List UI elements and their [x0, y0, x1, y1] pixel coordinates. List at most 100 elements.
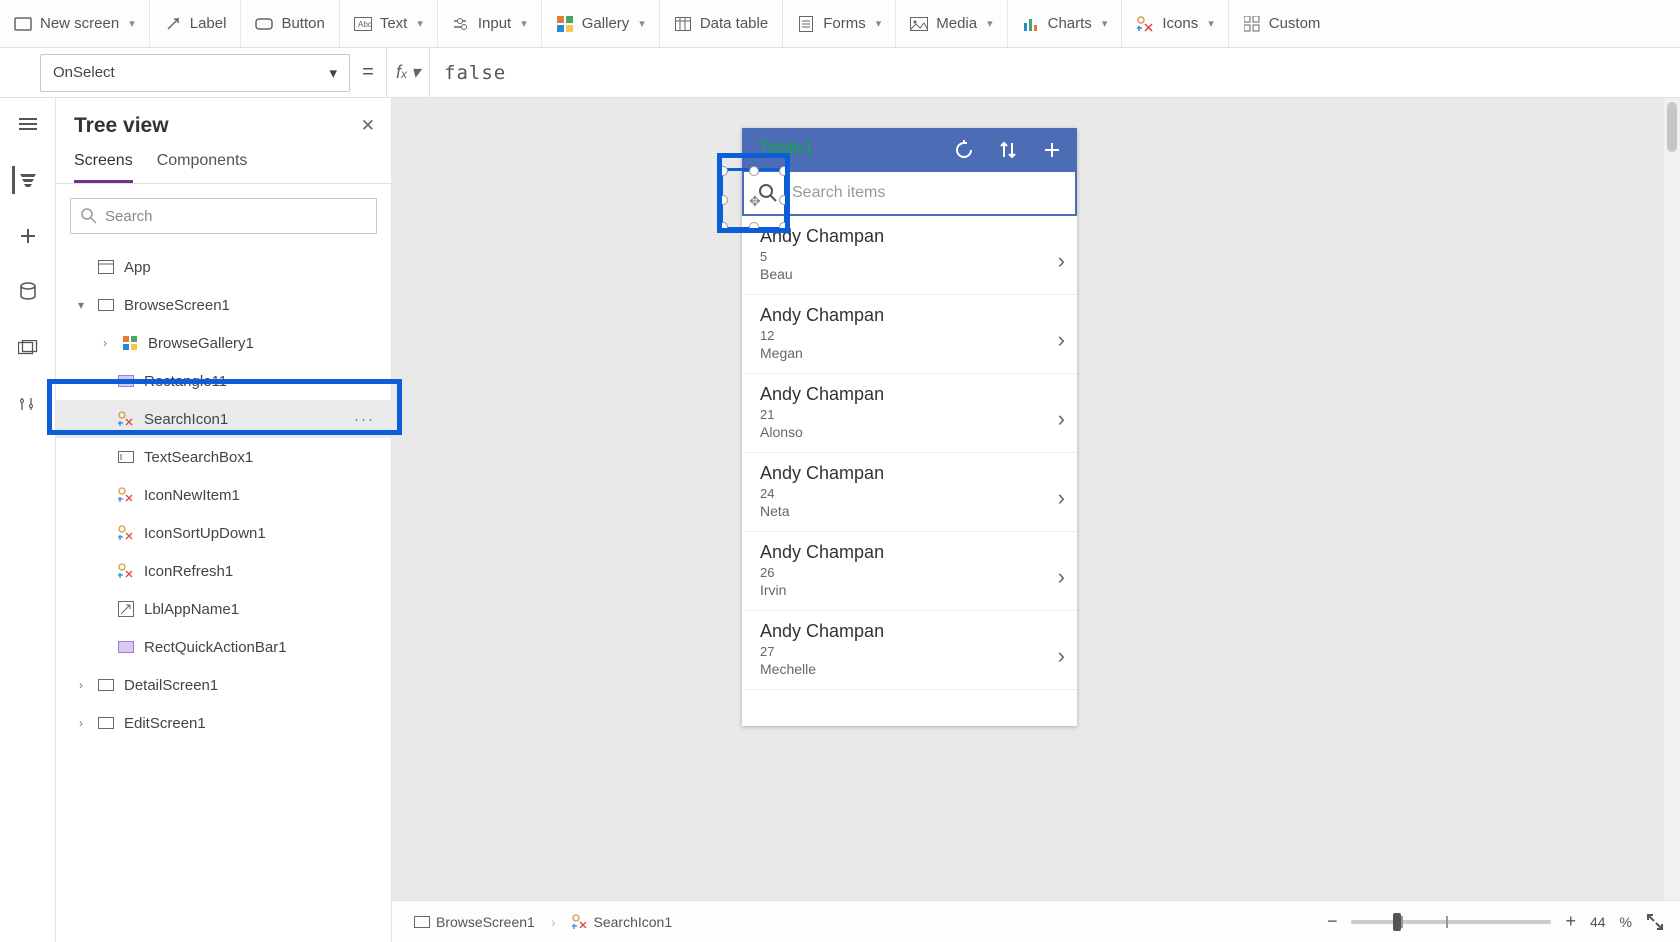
tree-item-rectangle11[interactable]: Rectangle11 [56, 362, 391, 400]
add-icon[interactable] [14, 222, 42, 250]
tree-item-icon-sort[interactable]: IconSortUpDown1 [56, 514, 391, 552]
tree-item-search-icon[interactable]: SearchIcon1 ··· [56, 400, 391, 438]
add-icon[interactable] [1041, 139, 1063, 161]
gallery-button[interactable]: Gallery ▾ [542, 0, 660, 47]
tree-item-detail-screen[interactable]: › DetailScreen1 [56, 666, 391, 704]
data-icon[interactable] [14, 278, 42, 306]
fx-label: fx [396, 62, 407, 83]
close-icon[interactable]: ✕ [361, 116, 375, 136]
property-selector[interactable]: OnSelect ▾ [40, 54, 350, 92]
gallery-item-sub: Alonso [760, 424, 1063, 440]
tree-label: IconNewItem1 [144, 487, 240, 504]
icons-icon [116, 525, 136, 541]
gallery-item[interactable]: Andy Champan5Beau› [742, 216, 1077, 295]
tree-item-icon-new-item[interactable]: IconNewItem1 [56, 476, 391, 514]
icons-button[interactable]: Icons ▾ [1122, 0, 1228, 47]
button-text: Button [281, 15, 324, 32]
chevron-right-icon[interactable]: › [74, 678, 88, 692]
chart-icon [1022, 15, 1040, 33]
tree-item-icon-refresh[interactable]: IconRefresh1 [56, 552, 391, 590]
tree-item-rect-quick-action[interactable]: RectQuickActionBar1 [56, 628, 391, 666]
zoom-out-button[interactable]: − [1327, 911, 1338, 932]
gallery-list: Andy Champan5Beau›Andy Champan12Megan›An… [742, 216, 1077, 690]
chevron-down-icon: ▾ [129, 17, 135, 30]
new-screen-button[interactable]: New screen ▾ [0, 0, 150, 47]
app-title: Table1 [758, 138, 814, 160]
data-table-button[interactable]: Data table [660, 0, 783, 47]
refresh-icon[interactable] [953, 139, 975, 161]
gallery-label: Gallery [582, 15, 630, 32]
screen-icon [96, 717, 116, 729]
input-label: Input [478, 15, 511, 32]
text-label: Text [380, 15, 408, 32]
zoom-in-button[interactable]: + [1565, 911, 1576, 932]
chevron-down-icon[interactable]: ▾ [74, 298, 88, 312]
gallery-item[interactable]: Andy Champan26Irvin› [742, 532, 1077, 611]
media-label: Media [936, 15, 977, 32]
canvas[interactable]: Table1 Search items Andy Champan5Beau› An… [392, 98, 1680, 942]
gallery-item[interactable]: Andy Champan27Mechelle› [742, 611, 1077, 690]
label-text: Label [190, 15, 227, 32]
button-button[interactable]: Button [241, 0, 339, 47]
forms-button[interactable]: Forms ▾ [783, 0, 896, 47]
breadcrumb-control[interactable]: SearchIcon1 [566, 910, 679, 934]
input-button[interactable]: Input ▾ [438, 0, 542, 47]
property-name: OnSelect [53, 64, 115, 81]
breadcrumb-label: SearchIcon1 [594, 914, 673, 930]
gallery-item[interactable]: Andy Champan24Neta› [742, 453, 1077, 532]
search-icon-control[interactable] [744, 172, 792, 214]
tree-label: EditScreen1 [124, 715, 206, 732]
gallery-item[interactable]: Andy Champan12Megan› [742, 295, 1077, 374]
gallery-item[interactable]: Andy Champan21Alonso› [742, 374, 1077, 453]
formula-input[interactable]: false [430, 62, 1680, 84]
media-rail-icon[interactable] [14, 334, 42, 362]
insert-toolbar: New screen ▾ Label Button Abc Text ▾ Inp… [0, 0, 1680, 48]
fx-button[interactable]: fx ▾ [386, 48, 430, 98]
canvas-scrollbar[interactable] [1664, 98, 1680, 900]
gallery-item-sub: Irvin [760, 582, 1063, 598]
chevron-down-icon: ▾ [1208, 17, 1214, 30]
scrollbar-thumb[interactable] [1667, 102, 1677, 152]
tree-label: BrowseGallery1 [148, 335, 254, 352]
gallery-item-number: 12 [760, 328, 1063, 343]
sort-icon[interactable] [997, 139, 1019, 161]
breadcrumb-screen[interactable]: BrowseScreen1 [408, 910, 541, 934]
tree-label: App [124, 259, 151, 276]
zoom-thumb[interactable] [1393, 913, 1401, 931]
chevron-down-icon: ▾ [987, 17, 993, 30]
hamburger-icon[interactable] [14, 110, 42, 138]
status-bar: BrowseScreen1 › SearchIcon1 − + 44 % [392, 900, 1680, 942]
gallery-item-name: Andy Champan [760, 305, 1063, 326]
screen-icon [96, 299, 116, 311]
media-button[interactable]: Media ▾ [896, 0, 1007, 47]
tree-item-text-search-box[interactable]: TextSearchBox1 [56, 438, 391, 476]
zoom-unit: % [1620, 914, 1632, 930]
charts-button[interactable]: Charts ▾ [1008, 0, 1123, 47]
chevron-right-icon[interactable]: › [74, 716, 88, 730]
gallery-item-sub: Megan [760, 345, 1063, 361]
tree-item-browse-screen[interactable]: ▾ BrowseScreen1 [56, 286, 391, 324]
tree-item-lbl-app-name[interactable]: LblAppName1 [56, 590, 391, 628]
variables-icon[interactable] [14, 390, 42, 418]
text-button[interactable]: Abc Text ▾ [340, 0, 438, 47]
rectangle-icon [116, 375, 136, 387]
chevron-right-icon[interactable]: › [98, 336, 112, 350]
label-button[interactable]: Label [150, 0, 242, 47]
gallery-item-name: Andy Champan [760, 542, 1063, 563]
tree-item-edit-screen[interactable]: › EditScreen1 [56, 704, 391, 742]
tab-components[interactable]: Components [157, 152, 248, 183]
tree-item-browse-gallery[interactable]: › BrowseGallery1 [56, 324, 391, 362]
screen-icon [414, 916, 430, 928]
zoom-slider[interactable] [1351, 920, 1551, 924]
tree-view-icon[interactable] [12, 166, 40, 194]
tree-item-app[interactable]: App [56, 248, 391, 286]
more-icon[interactable]: ··· [354, 411, 375, 428]
custom-button[interactable]: Custom [1229, 0, 1335, 47]
tab-screens[interactable]: Screens [74, 152, 133, 183]
formula-bar: OnSelect ▾ = fx ▾ false [0, 48, 1680, 98]
chevron-right-icon: › [1058, 485, 1065, 511]
expand-icon[interactable] [1646, 913, 1664, 931]
tree-search-input[interactable]: Search [70, 198, 377, 234]
search-items-input[interactable]: Search items [792, 172, 1075, 214]
gallery-item-sub: Beau [760, 266, 1063, 282]
